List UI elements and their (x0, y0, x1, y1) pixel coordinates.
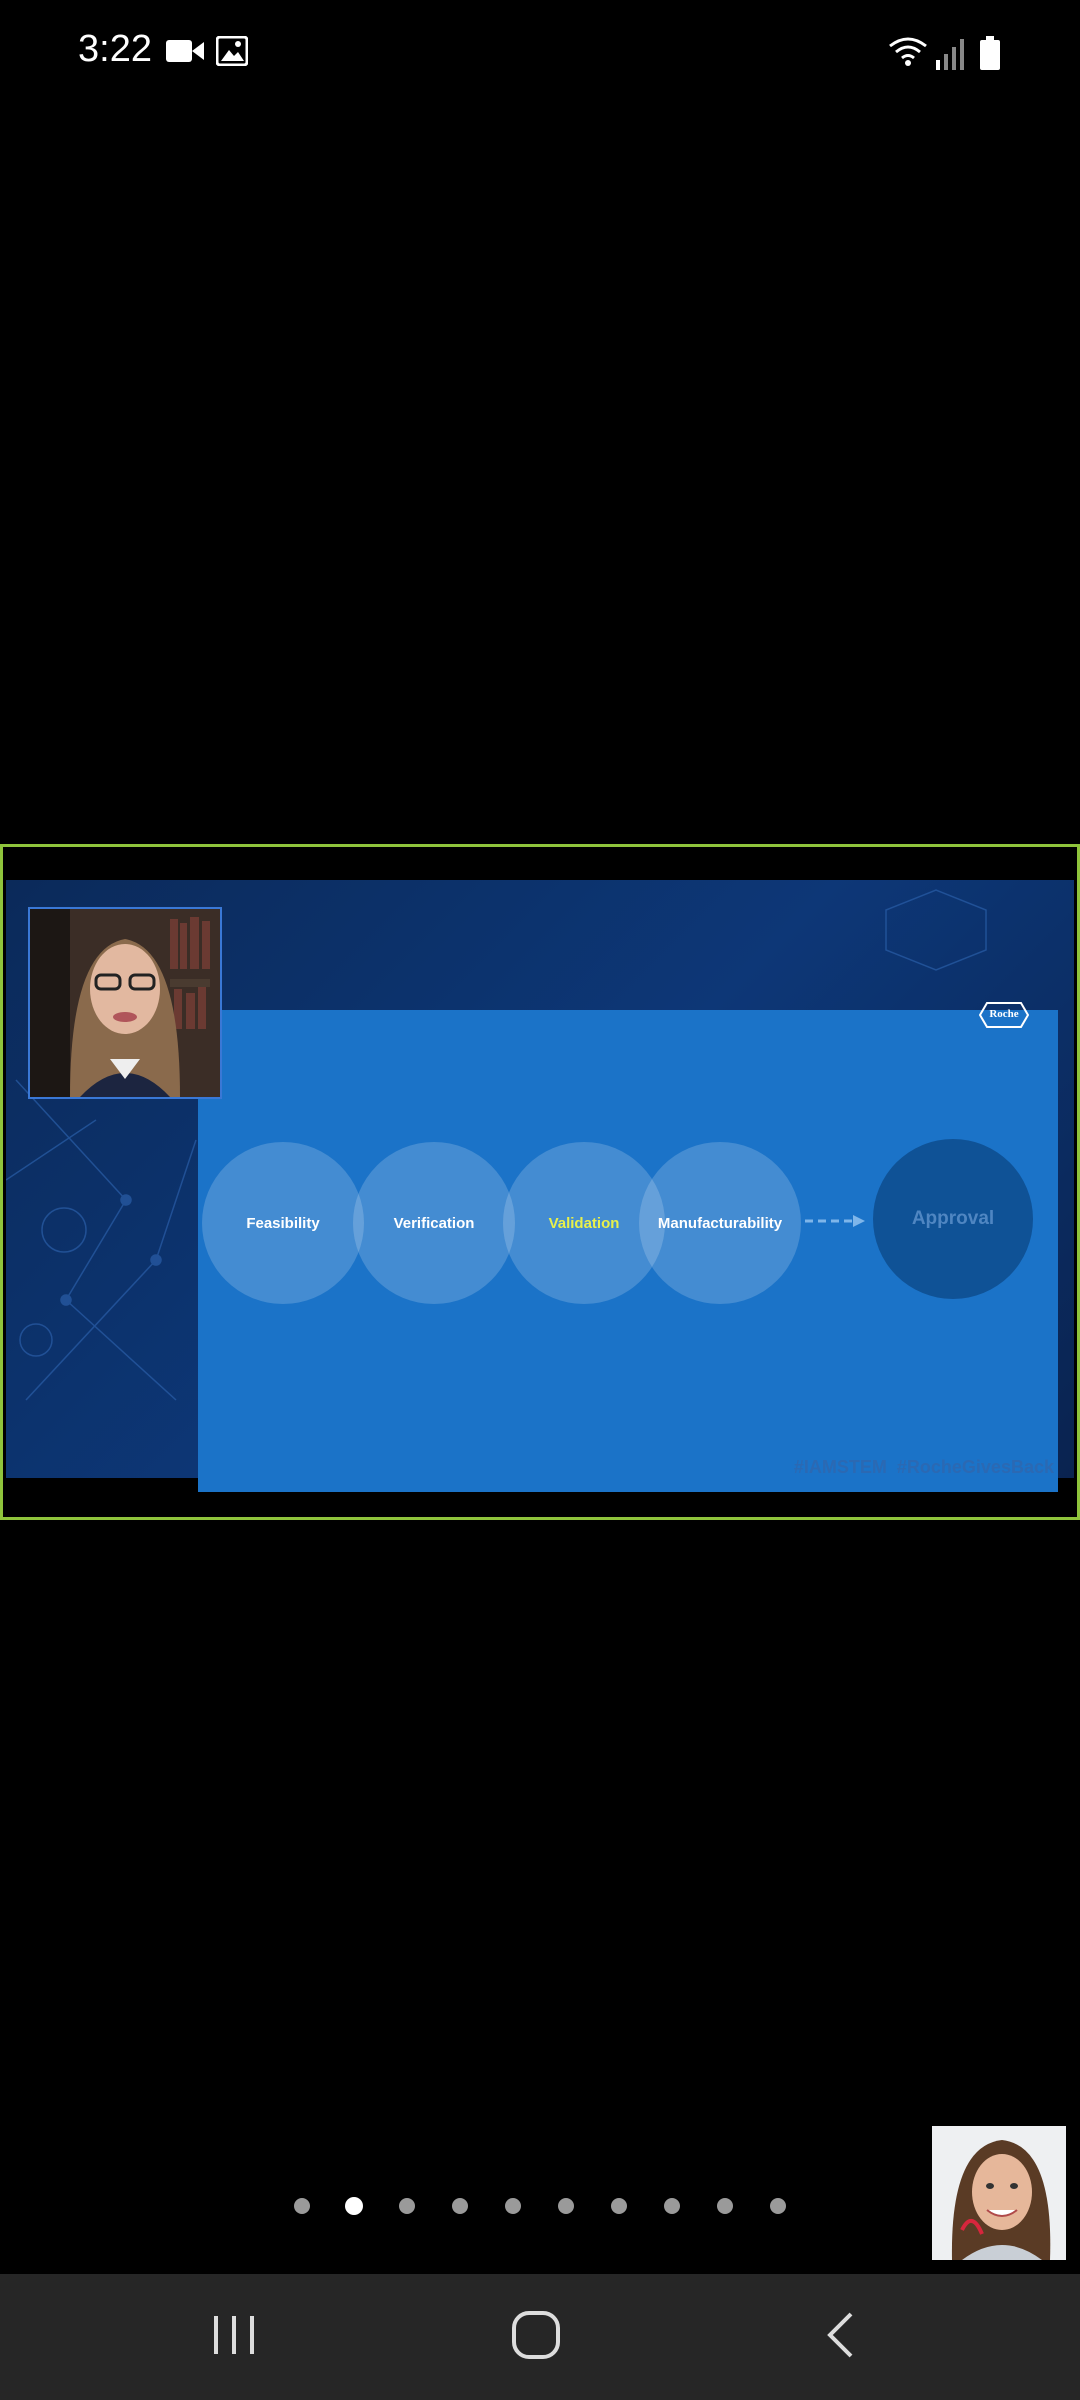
presenter-video-pip[interactable] (28, 907, 222, 1099)
home-icon (511, 2310, 561, 2365)
stage-manufacturability-label: Manufacturability (657, 1214, 783, 1232)
recent-apps-icon (212, 2314, 256, 2361)
dashed-arrow-icon (805, 1213, 865, 1234)
page-dot-7[interactable] (611, 2198, 627, 2214)
video-camera-icon (166, 38, 204, 69)
back-button[interactable] (760, 2274, 920, 2400)
page-dot-4[interactable] (452, 2198, 468, 2214)
back-icon (825, 2311, 855, 2364)
stage-approval: Approval (873, 1139, 1033, 1299)
roche-logo-text: Roche (989, 1008, 1019, 1020)
image-icon (215, 35, 249, 71)
page-dot-5[interactable] (505, 2198, 521, 2214)
stage-feasibility: Feasibility (202, 1142, 364, 1304)
page-dot-8[interactable] (664, 2198, 680, 2214)
page-dot-6[interactable] (558, 2198, 574, 2214)
stage-verification-label: Verification (393, 1214, 475, 1232)
stage-validation-label: Validation (548, 1214, 620, 1232)
page-dot-3[interactable] (399, 2198, 415, 2214)
page-dot-9[interactable] (717, 2198, 733, 2214)
wifi-icon (888, 34, 928, 73)
battery-icon (980, 36, 1000, 75)
status-time: 3:22 (78, 28, 152, 70)
stage-verification: Verification (353, 1142, 515, 1304)
self-view-video[interactable] (932, 2126, 1066, 2260)
signal-icon (936, 36, 966, 75)
stage-manufacturability: Manufacturability (639, 1142, 801, 1304)
recent-apps-button[interactable] (154, 2274, 314, 2400)
home-button[interactable] (456, 2274, 616, 2400)
status-bar: 3:22 (0, 0, 1080, 110)
screen: 3:22 Roche Feasibility Verification Vali… (0, 0, 1080, 2400)
stage-approval-label: Approval (911, 1208, 995, 1229)
navigation-bar (0, 2274, 1080, 2400)
page-dot-10[interactable] (770, 2198, 786, 2214)
page-dot-2-active[interactable] (345, 2197, 363, 2215)
roche-logo: Roche (979, 1001, 1029, 1029)
page-indicator[interactable] (0, 2197, 1080, 2218)
slide-hashtags: #IAMSTEM #RocheGivesBack (793, 1457, 1054, 1477)
page-dot-1[interactable] (294, 2198, 310, 2214)
stage-feasibility-label: Feasibility (246, 1214, 320, 1232)
